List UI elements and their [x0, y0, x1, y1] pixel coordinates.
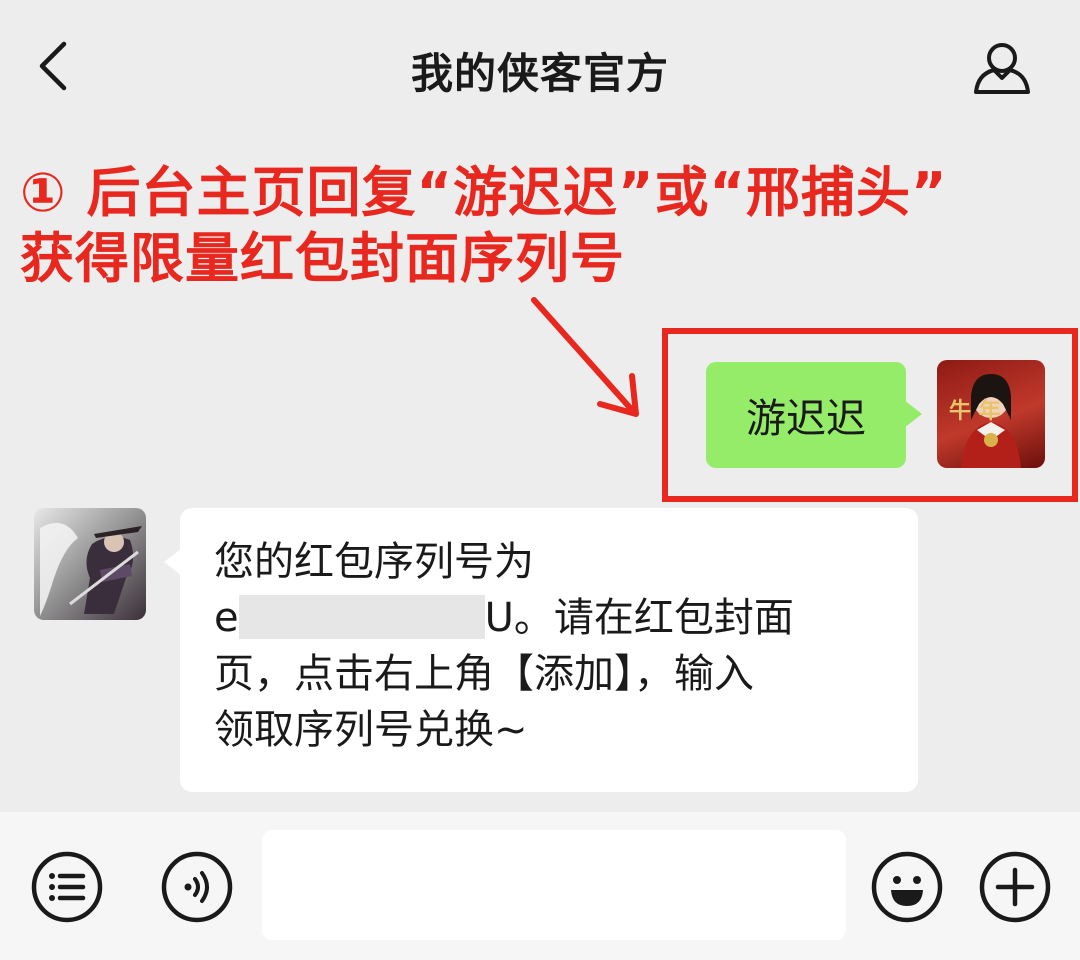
redacted-code — [238, 595, 485, 639]
menu-list-icon[interactable] — [30, 850, 104, 924]
incoming-line-1: 您的红包序列号为 — [214, 539, 534, 585]
incoming-line-3: 页，点击右上角【添加】，输入 — [214, 651, 754, 697]
code-prefix: e — [214, 595, 239, 641]
outgoing-message-text: 游迟迟 — [746, 396, 866, 442]
avatar-caption: 牛 年 — [949, 398, 1001, 424]
profile-icon[interactable] — [968, 38, 1036, 98]
user-avatar[interactable]: 牛 年 — [937, 360, 1045, 468]
annotation-line-2: 获得限量红包封面序列号 — [20, 227, 625, 290]
plus-icon[interactable] — [978, 850, 1052, 924]
emoji-icon[interactable] — [870, 850, 944, 924]
chat-header: 我的侠客官方 — [0, 0, 1080, 134]
official-account-avatar[interactable] — [34, 508, 146, 620]
incoming-line-4: 领取序列号兑换~ — [214, 707, 528, 753]
instruction-annotation: ① 后台主页回复“游迟迟”或“邢捕头” 获得限量红包封面序列号 — [20, 160, 1070, 292]
outgoing-message-bubble[interactable]: 游迟迟 — [706, 362, 922, 468]
incoming-line-2: e U。请在红包封面 — [214, 590, 888, 646]
message-input[interactable] — [262, 830, 846, 940]
code-suffix: U。请在红包封面 — [484, 595, 794, 641]
official-avatar-image — [40, 522, 142, 616]
annotation-line-1: ① 后台主页回复“游迟迟”或“邢捕头” — [20, 161, 948, 224]
chat-title: 我的侠客官方 — [410, 49, 669, 98]
incoming-message-bubble[interactable]: 您的红包序列号为 e U。请在红包封面 页，点击右上角【添加】，输入 领取序列号兑… — [164, 508, 918, 792]
voice-icon[interactable] — [160, 850, 234, 924]
pointer-arrow-icon — [531, 297, 639, 417]
user-avatar-image: 牛 年 — [949, 374, 1021, 468]
